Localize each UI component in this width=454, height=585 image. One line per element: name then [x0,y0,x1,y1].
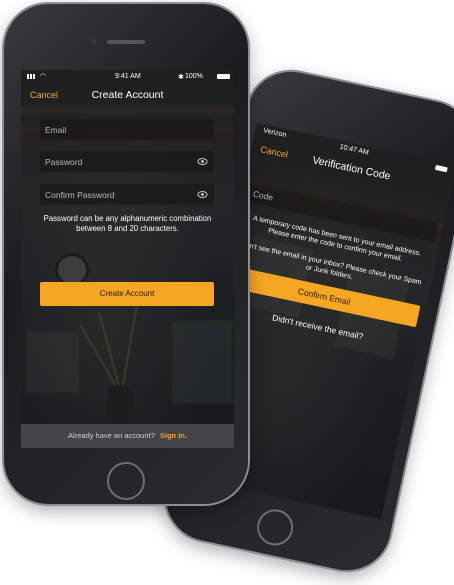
battery-percent: 100% [185,73,203,80]
nav-bar: Cancel Create Account [21,84,234,110]
sign-in-link[interactable]: Sign In. [160,431,187,440]
eye-icon[interactable] [197,189,208,200]
page-title: Create Account [91,89,164,101]
home-button[interactable] [253,506,297,549]
front-phone: ◠ 9:41 AM ✱ 100% Cancel Create Account E… [4,4,248,504]
front-camera [91,39,96,44]
carrier-label: Verizon [262,127,287,140]
speaker-grille [107,40,145,44]
email-field[interactable] [40,119,214,140]
signal-icon [27,74,37,79]
password-hint: Password can be any alphanumeric combina… [43,214,212,233]
confirm-password-field[interactable] [40,184,214,205]
email-input[interactable] [40,119,214,140]
eye-icon[interactable] [197,156,208,167]
bluetooth-icon: ✱ [178,74,184,81]
password-field[interactable] [40,151,214,172]
battery-icon [434,164,448,173]
home-button[interactable] [107,462,145,500]
clock-label: 9:41 AM [115,73,141,80]
create-account-button[interactable]: Create Account [40,282,214,306]
signin-footer: Already have an account? Sign In. [21,424,234,448]
wifi-icon: ◠ [40,73,47,80]
front-phone-screen: ◠ 9:41 AM ✱ 100% Cancel Create Account E… [21,70,234,448]
password-input[interactable] [40,151,214,172]
status-bar: ◠ 9:41 AM ✱ 100% [21,70,234,84]
battery-icon [217,74,230,79]
confirm-email-label: Confirm Email [297,286,352,307]
confirm-password-input[interactable] [40,184,214,205]
create-account-label: Create Account [99,289,155,298]
footer-prompt: Already have an account? [68,431,155,440]
